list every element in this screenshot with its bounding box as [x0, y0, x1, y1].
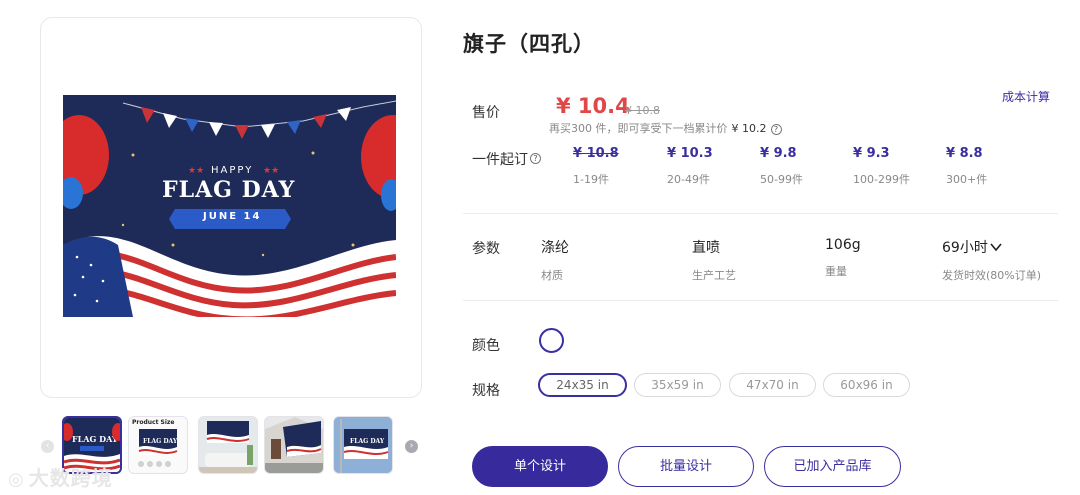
- chevron-down-icon[interactable]: [990, 241, 1002, 255]
- param-name: 发货时效(80%订单): [942, 269, 1042, 282]
- svg-text:FLAG DAY: FLAG DAY: [143, 438, 178, 445]
- tier-price: ¥ 10.8: [573, 146, 619, 161]
- single-design-button[interactable]: 单个设计: [472, 446, 608, 487]
- param-name: 材质: [541, 269, 563, 282]
- price-tier-2: ¥ 10.3 20-49件: [667, 146, 713, 187]
- price-tier-3: ¥ 9.8 50-99件: [760, 146, 803, 187]
- tier-price: ¥ 8.8: [946, 146, 983, 161]
- size-label: 规格: [472, 383, 500, 399]
- tier-price: ¥ 9.3: [853, 146, 890, 161]
- color-label: 颜色: [472, 338, 500, 354]
- price-tier-5: ¥ 8.8 300+件: [946, 146, 987, 187]
- chevron-left-icon[interactable]: ‹: [41, 440, 54, 453]
- params-panel: 参数 涤纶 材质 直喷 生产工艺 106g 重量 69小时 发货时效(80%订单…: [463, 215, 1058, 301]
- params-label: 参数: [472, 241, 500, 257]
- tier-range: 100-299件: [853, 173, 910, 186]
- param-value: 106g: [825, 237, 861, 253]
- tier-note-text: 再买300 件，即可享受下一档累计价: [549, 122, 728, 135]
- banner-headline-text: FLAG DAY: [162, 177, 296, 203]
- current-price: ¥ 10.4: [556, 94, 630, 118]
- thumbnail-5[interactable]: FLAG DAY: [333, 416, 393, 474]
- watermark-logo-icon: ◎: [8, 469, 25, 490]
- size-option-24x35[interactable]: 24x35 in: [538, 373, 627, 397]
- size-option-47x70[interactable]: 47x70 in: [729, 373, 816, 397]
- chevron-right-icon[interactable]: ›: [405, 440, 418, 453]
- price-label: 售价: [472, 105, 500, 121]
- param-value: 涤纶: [541, 240, 569, 256]
- svg-text:FLAG DAY: FLAG DAY: [350, 438, 385, 445]
- tier-range: 20-49件: [667, 173, 710, 186]
- banner-date-text: JUNE 14: [203, 211, 262, 222]
- thumbnail-3[interactable]: [198, 416, 258, 474]
- tier-range: 300+件: [946, 173, 988, 186]
- svg-text:★★: ★★: [188, 166, 204, 176]
- tier-note-price: ¥ 10.2: [731, 122, 767, 135]
- watermark-text: 大数跨境: [28, 466, 113, 490]
- tier-price: ¥ 9.8: [760, 146, 797, 161]
- svg-text:FLAG DAY: FLAG DAY: [72, 434, 118, 444]
- param-weight: 106g 重量: [825, 237, 861, 279]
- help-icon[interactable]: ?: [770, 124, 782, 135]
- cost-calculation-link[interactable]: 成本计算: [1002, 88, 1050, 105]
- thumbnail-2[interactable]: Product Size FLAG DAY: [128, 416, 188, 474]
- thumbnail-caption: Product Size: [132, 419, 175, 426]
- watermark: ◎ 大数跨境: [8, 462, 113, 491]
- added-to-library-button[interactable]: 已加入产品库: [764, 446, 901, 487]
- moq-label-text: 一件起订: [472, 152, 528, 168]
- tier-range: 1-19件: [573, 173, 609, 186]
- price-tier-1: ¥ 10.8 1-19件: [573, 146, 619, 187]
- thumbnail-4[interactable]: [264, 416, 324, 474]
- color-swatch-white[interactable]: [539, 328, 564, 353]
- param-material: 涤纶 材质: [541, 237, 569, 283]
- moq-label: 一件起订?: [472, 149, 541, 169]
- original-price: ¥ 10.8: [625, 104, 660, 117]
- main-product-image[interactable]: ★★ ★★: [63, 95, 396, 317]
- moq-help-icon[interactable]: ?: [530, 153, 541, 164]
- param-value: 直喷: [692, 240, 720, 256]
- price-panel: 售价 成本计算 ¥ 10.4 ¥ 10.8 再买300 件，即可享受下一档累计价…: [463, 80, 1058, 214]
- shipping-time-value: 69小时: [942, 240, 988, 256]
- size-option-35x59[interactable]: 35x59 in: [634, 373, 721, 397]
- tier-price: ¥ 10.3: [667, 146, 713, 161]
- param-name: 生产工艺: [692, 269, 736, 282]
- tier-range: 50-99件: [760, 173, 803, 186]
- batch-design-button[interactable]: 批量设计: [618, 446, 754, 487]
- param-shipping-time[interactable]: 69小时 发货时效(80%订单): [942, 237, 1041, 283]
- tier-discount-note: 再买300 件，即可享受下一档累计价 ¥ 10.2?: [549, 120, 782, 136]
- product-title: 旗子（四孔）: [463, 32, 595, 56]
- param-name: 重量: [825, 265, 847, 278]
- svg-text:★★: ★★: [263, 166, 279, 176]
- param-process: 直喷 生产工艺: [692, 237, 736, 283]
- size-option-60x96[interactable]: 60x96 in: [823, 373, 910, 397]
- banner-happy-text: HAPPY: [211, 165, 254, 176]
- param-value[interactable]: 69小时: [942, 237, 1041, 257]
- price-tier-4: ¥ 9.3 100-299件: [853, 146, 910, 187]
